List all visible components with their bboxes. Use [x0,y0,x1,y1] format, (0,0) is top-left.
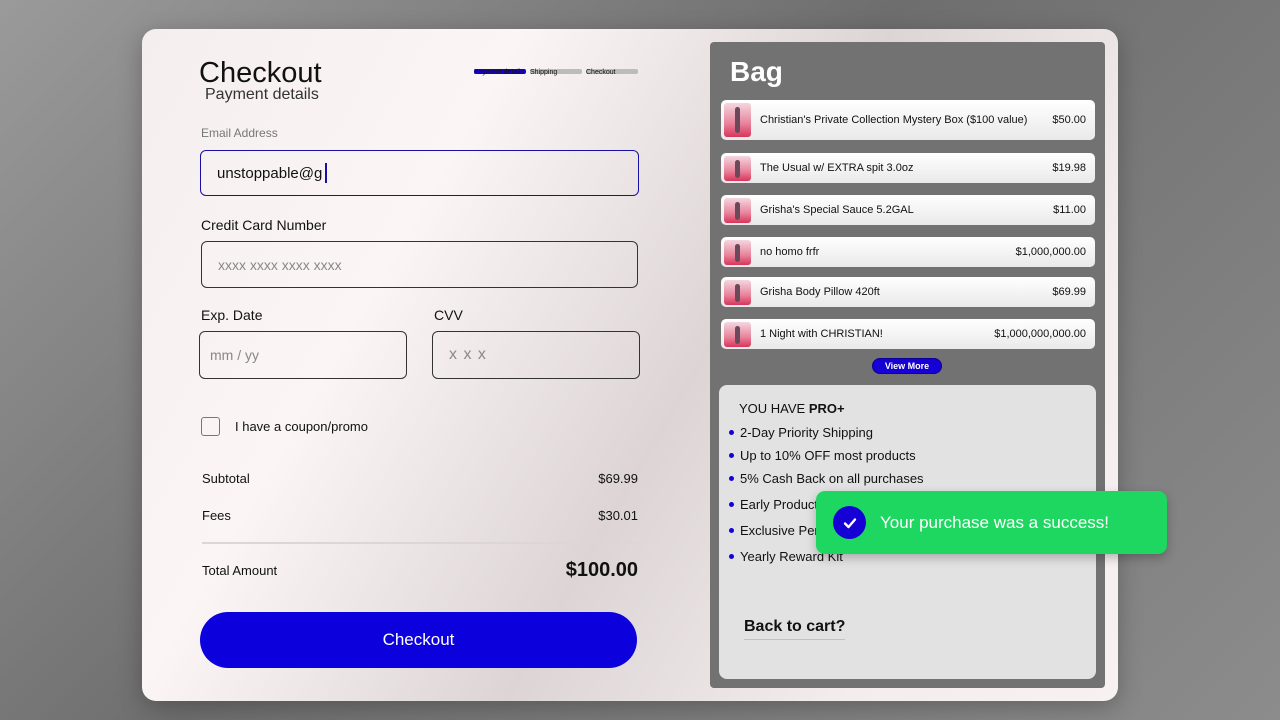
perk-label: Exclusive Per [740,523,819,538]
fees-value: $30.01 [598,508,638,523]
step-label: Payment details [474,69,524,76]
bag-item-name: Christian's Private Collection Mystery B… [760,114,1028,126]
email-label: Email Address [201,126,278,140]
bag-item-price: $11.00 [1053,204,1086,216]
success-toast: Your purchase was a success! [816,491,1167,554]
cvv-placeholder: x x x [449,346,487,363]
bag-item-price: $1,000,000.00 [1015,246,1086,258]
total-value: $100.00 [565,559,638,581]
subtotal-row: Subtotal $69.99 [202,471,638,486]
product-thumbnail [724,321,751,347]
fees-label: Fees [202,508,231,523]
coupon-checkbox[interactable] [201,417,220,436]
bullet-icon [729,554,734,559]
bag-item-price: $1,000,000,000.00 [994,328,1086,340]
product-thumbnail [724,279,751,305]
text-caret [325,163,328,183]
toast-message: Your purchase was a success! [880,512,1109,532]
step-shipping[interactable]: Shipping [530,69,582,76]
page-subtitle: Payment details [205,86,319,103]
perk-label: 2-Day Priority Shipping [740,425,873,440]
exp-date-placeholder: mm / yy [210,347,259,363]
back-to-cart-link[interactable]: Back to cart? [744,618,846,640]
cvv-field[interactable]: x x x [432,331,640,379]
credit-card-field[interactable]: xxxx xxxx xxxx xxxx [201,241,638,288]
step-checkout[interactable]: Checkout [586,69,638,76]
bullet-icon [729,453,734,458]
product-thumbnail [724,239,751,265]
cvv-label: CVV [434,307,463,323]
view-more-button[interactable]: View More [872,358,942,374]
total-label: Total Amount [202,563,278,578]
check-icon [833,506,866,539]
checkout-card: Checkout Payment details Payment details… [142,29,1118,701]
fees-row: Fees $30.01 [202,508,638,523]
total-row: Total Amount $100.00 [202,559,638,582]
bag-item[interactable]: Grisha's Special Sauce 5.2GAL $11.00 [721,195,1095,225]
bag-item-price: $50.00 [1052,114,1086,126]
exp-date-field[interactable]: mm / yy [199,331,407,379]
perk-item: Up to 10% OFF most products [729,448,916,463]
bag-item-name: Grisha's Special Sauce 5.2GAL [760,204,914,216]
bag-item-name: The Usual w/ EXTRA spit 3.0oz [760,162,914,174]
check-glyph [843,517,856,528]
bag-item[interactable]: no homo frfr $1,000,000.00 [721,237,1095,267]
bullet-icon [729,476,734,481]
perk-item: 5% Cash Back on all purchases [729,471,924,486]
credit-card-placeholder: xxxx xxxx xxxx xxxx [218,256,342,273]
perk-label: 5% Cash Back on all purchases [740,471,924,486]
coupon-row: I have a coupon/promo [201,417,368,436]
email-field[interactable]: unstoppable@g [200,150,639,196]
perk-item: Exclusive Per [729,523,819,538]
bag-item-price: $19.98 [1052,162,1086,174]
bullet-icon [729,502,734,507]
divider [202,542,638,544]
perk-item: 2-Day Priority Shipping [729,425,873,440]
pro-heading-tier: PRO+ [808,401,845,416]
coupon-label: I have a coupon/promo [235,419,368,434]
bag-title: Bag [730,56,783,87]
product-thumbnail [724,197,751,223]
bag-item[interactable]: Grisha Body Pillow 420ft $69.99 [721,277,1095,307]
bullet-icon [729,528,734,533]
bag-item-name: Grisha Body Pillow 420ft [760,286,880,298]
subtotal-value: $69.99 [598,471,638,486]
bag-item[interactable]: Christian's Private Collection Mystery B… [721,100,1095,140]
bag-panel: Bag Christian's Private Collection Myste… [710,42,1105,688]
step-label: Checkout [586,69,616,76]
bullet-icon [729,430,734,435]
progress-steps: Payment details Shipping Checkout [474,69,638,76]
bag-item[interactable]: 1 Night with CHRISTIAN! $1,000,000,000.0… [721,319,1095,349]
perk-label: Early Product [740,497,819,512]
credit-card-label: Credit Card Number [201,217,327,233]
pro-heading: YOU HAVE PRO+ [739,401,845,416]
subtotal-label: Subtotal [202,471,250,486]
bag-item-name: no homo frfr [760,246,820,258]
bag-item[interactable]: The Usual w/ EXTRA spit 3.0oz $19.98 [721,153,1095,183]
email-value: unstoppable@g [217,164,323,182]
product-thumbnail [724,103,751,137]
step-payment-details[interactable]: Payment details [474,69,526,76]
bag-item-price: $69.99 [1052,286,1086,298]
product-thumbnail [724,155,751,181]
step-label: Shipping [530,69,558,76]
bag-item-name: 1 Night with CHRISTIAN! [760,328,883,340]
checkout-button[interactable]: Checkout [200,612,637,668]
perk-item: Early Product [729,497,818,512]
exp-date-label: Exp. Date [201,307,263,323]
perk-label: Up to 10% OFF most products [740,448,916,463]
pro-heading-prefix: YOU HAVE [739,401,806,416]
